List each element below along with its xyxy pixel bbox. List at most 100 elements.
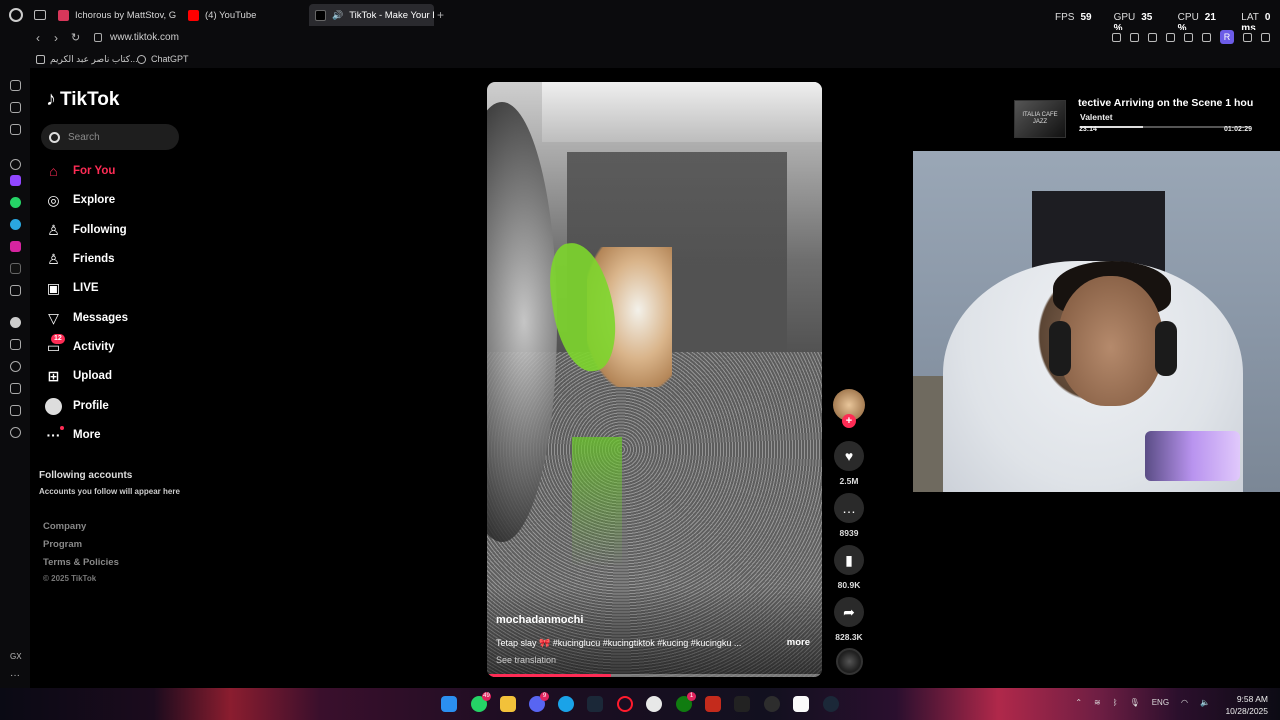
nav-friends[interactable]: ♙ Friends: [45, 248, 114, 270]
history-icon[interactable]: [10, 361, 21, 372]
opera-sidebar: GX ···: [0, 68, 30, 690]
chatgpt-icon[interactable]: [10, 159, 21, 170]
music-mini-player[interactable]: ITALIA CAFE JAZZ tective Arriving on the…: [1010, 92, 1262, 142]
extensions-icon[interactable]: [10, 405, 21, 416]
footer-program[interactable]: Program: [43, 539, 82, 550]
tiktok-icon[interactable]: [10, 263, 21, 274]
back-icon[interactable]: ‹: [36, 31, 40, 45]
nav-explore[interactable]: ◎ Explore: [45, 189, 115, 211]
pin-icon[interactable]: [10, 339, 21, 350]
url-field[interactable]: www.tiktok.com: [110, 32, 179, 43]
heart-icon[interactable]: [1184, 32, 1193, 42]
download-icon[interactable]: [10, 383, 21, 394]
forward-icon[interactable]: ›: [54, 31, 58, 45]
gx-corner-icon[interactable]: [10, 124, 21, 135]
nav-profile[interactable]: Profile: [45, 395, 109, 417]
nav-for-you[interactable]: ⌂ For You: [45, 160, 115, 182]
tab-tiktok[interactable]: 🔊 TikTok - Make Your D: [309, 4, 434, 26]
wifi-icon[interactable]: ◠: [1181, 698, 1188, 707]
menu-icon[interactable]: [1261, 32, 1270, 42]
tiktok-logo[interactable]: ♪ TikTok: [46, 88, 119, 111]
reload-icon[interactable]: ↻: [71, 31, 80, 44]
clock-time: 9:58 AM: [1236, 694, 1268, 704]
like-button[interactable]: ♥: [834, 441, 864, 471]
capcut-icon[interactable]: [793, 696, 809, 712]
telegram-icon[interactable]: [10, 219, 21, 230]
footer-terms[interactable]: Terms & Policies: [43, 557, 119, 568]
download-icon[interactable]: [1243, 32, 1252, 42]
follow-button[interactable]: +: [842, 414, 856, 428]
extensions-icon[interactable]: [1202, 32, 1211, 42]
play-icon[interactable]: [1166, 32, 1175, 42]
nav-label: Upload: [73, 370, 112, 382]
nav-upload[interactable]: ⊞ Upload: [45, 365, 112, 387]
discord-badge: 9: [540, 692, 549, 701]
nav-activity[interactable]: ▭ 12 Activity: [45, 333, 115, 358]
messages-icon: ▽: [48, 309, 59, 326]
profile-button[interactable]: R: [1220, 30, 1234, 44]
chevron-up-icon[interactable]: ⌃: [1075, 698, 1082, 707]
gx-label[interactable]: GX: [10, 652, 22, 661]
more-icon[interactable]: ···: [10, 670, 20, 681]
spotify-icon[interactable]: [10, 317, 21, 328]
nav-live[interactable]: ▣ LIVE: [45, 277, 99, 299]
pin-icon[interactable]: [1112, 32, 1121, 42]
github-icon[interactable]: [764, 696, 780, 712]
steam-icon[interactable]: [823, 696, 839, 712]
opera-logo-icon[interactable]: [9, 8, 23, 22]
language-indicator[interactable]: ENG: [1152, 698, 1169, 707]
file-explorer-icon[interactable]: [500, 696, 516, 712]
edge-icon[interactable]: [558, 696, 574, 712]
x-icon[interactable]: [10, 285, 21, 296]
opera-gx-icon[interactable]: [617, 696, 633, 712]
webcam-purple-light: [1145, 431, 1240, 481]
nav-following[interactable]: ♙ Following: [45, 219, 127, 241]
instagram-icon[interactable]: [10, 241, 21, 252]
windows-start-icon[interactable]: [441, 696, 457, 712]
bookmark-chatgpt[interactable]: ChatGPT: [137, 54, 189, 64]
see-translation-link[interactable]: See translation: [496, 655, 556, 665]
lock-icon[interactable]: [94, 33, 102, 42]
tab-list-icon[interactable]: [34, 10, 46, 20]
nav-more[interactable]: ··· More: [45, 424, 100, 446]
notification-badge: 12: [51, 333, 65, 344]
new-tab-button[interactable]: +: [437, 8, 444, 22]
video-author[interactable]: mochadanmochi: [496, 614, 583, 626]
bluetooth-icon[interactable]: ᛒ: [1113, 698, 1118, 707]
tab-ichorous[interactable]: Ichorous by MattStov, Go: [52, 4, 176, 26]
footer-company[interactable]: Company: [43, 521, 86, 532]
volume-icon[interactable]: 🔈: [1200, 698, 1210, 707]
whatsapp-icon[interactable]: [10, 197, 21, 208]
steam-icon[interactable]: [587, 696, 603, 712]
tab-youtube[interactable]: (4) YouTube: [182, 4, 304, 26]
nav-label: Following: [73, 224, 127, 236]
search-input[interactable]: [68, 131, 168, 143]
nav-messages[interactable]: ▽ Messages: [45, 307, 128, 329]
settings-icon[interactable]: [10, 427, 21, 438]
system-clock[interactable]: 9:58 AM 10/28/2025: [1225, 693, 1268, 717]
chatgpt-icon: [137, 54, 146, 64]
caption-more-button[interactable]: more: [787, 637, 810, 648]
bookmark-arabic-book[interactable]: كتاب ناصر عبد الكريم...: [36, 54, 138, 65]
chrome-icon[interactable]: [646, 696, 662, 712]
speed-dial-icon[interactable]: [10, 80, 21, 91]
video-player[interactable]: mochadanmochi Tetap slay 🎀 #kucinglucu #…: [487, 82, 822, 677]
network-icon[interactable]: ≋: [1094, 698, 1101, 707]
gx-control-icon[interactable]: [10, 102, 21, 113]
share-button[interactable]: ➦: [834, 597, 864, 627]
twitch-icon[interactable]: [10, 175, 21, 186]
media-app-icon[interactable]: [705, 696, 721, 712]
tab-label: Ichorous by MattStov, Go: [75, 9, 176, 21]
home-icon: ⌂: [49, 163, 58, 179]
epic-games-icon[interactable]: [734, 696, 750, 712]
search-bar[interactable]: [41, 124, 179, 150]
comment-icon: …: [842, 500, 856, 516]
speaker-icon[interactable]: 🔊: [332, 10, 343, 21]
music-disc-icon[interactable]: [836, 648, 863, 675]
snapshot-icon[interactable]: [1130, 32, 1139, 42]
comment-count: 8939: [839, 528, 859, 538]
save-button[interactable]: ▮: [834, 545, 864, 575]
comment-button[interactable]: …: [834, 493, 864, 523]
microphone-icon[interactable]: 🎙: [1130, 698, 1140, 707]
shield-icon[interactable]: [1148, 32, 1157, 42]
